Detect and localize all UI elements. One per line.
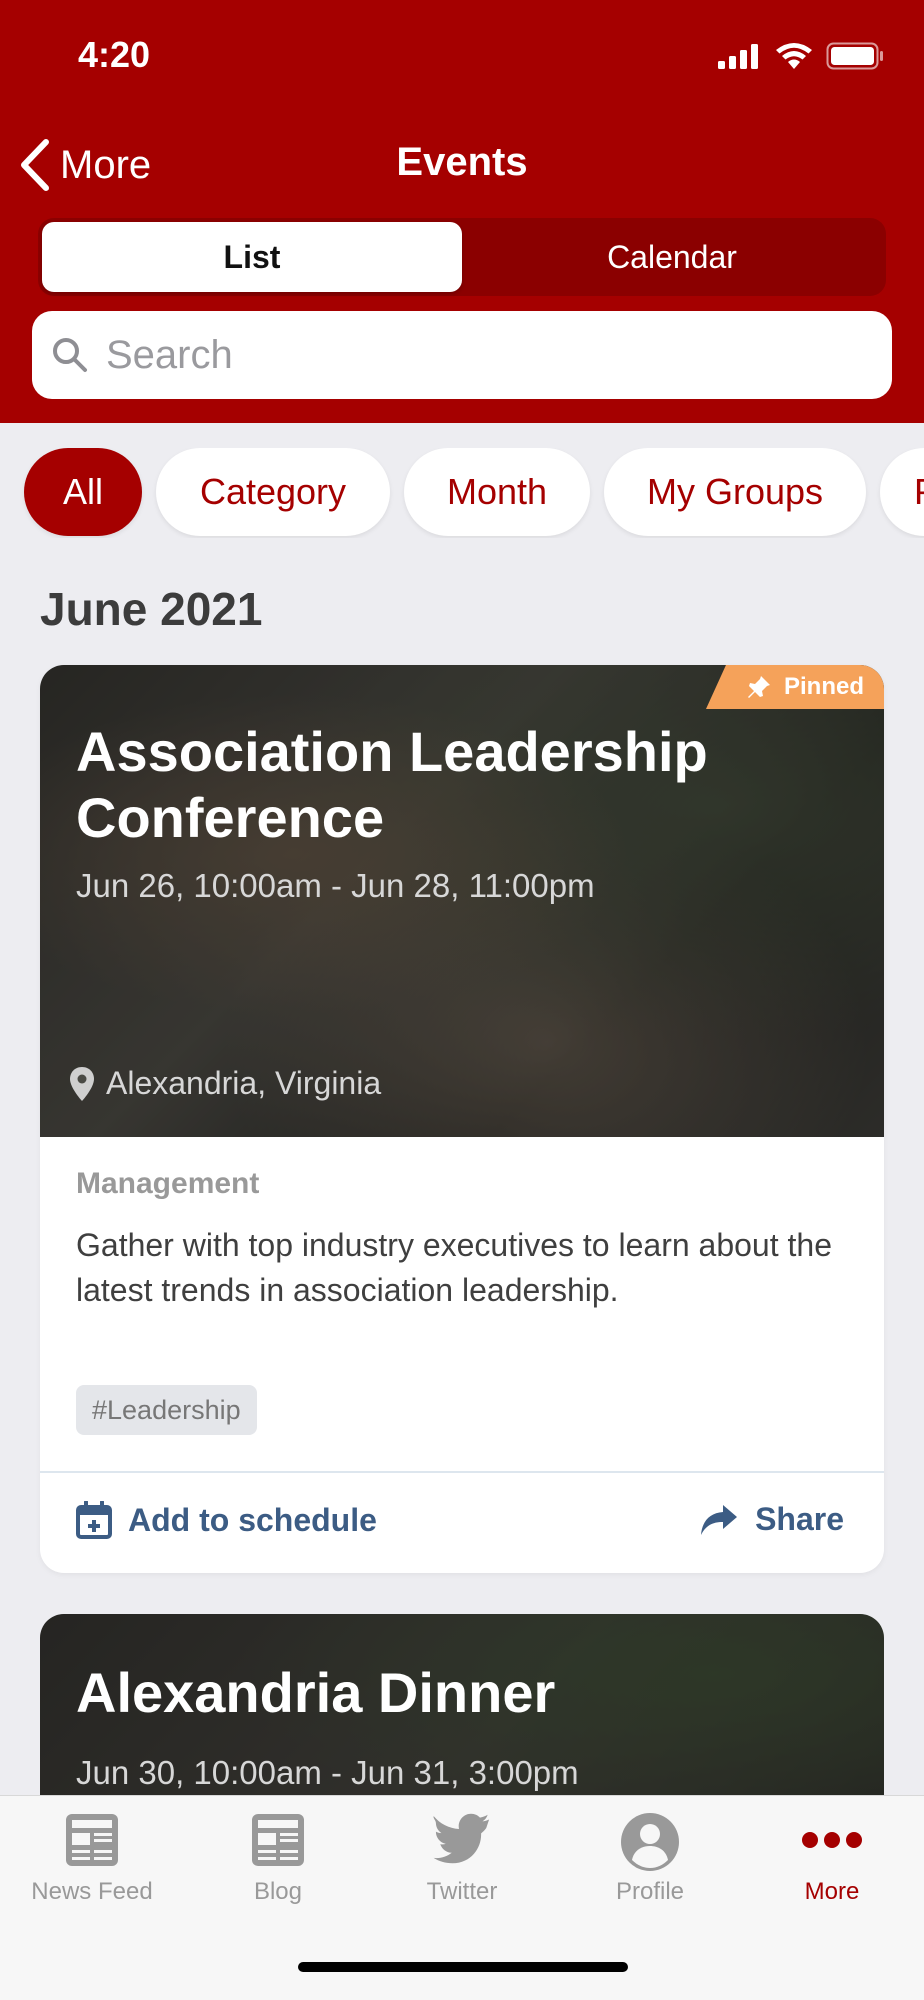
event-title: Association Leadership Conference	[76, 720, 708, 849]
newspaper-icon	[252, 1814, 304, 1866]
tab-label: More	[804, 1878, 860, 1905]
event-category: Management	[76, 1167, 260, 1200]
status-icons	[718, 42, 884, 70]
event-location: Alexandria, Virginia	[68, 1065, 381, 1102]
pinned-badge: Pinned	[705, 665, 884, 709]
event-description: Gather with top industry executives to l…	[76, 1227, 832, 1308]
add-to-schedule-label: Add to schedule	[128, 1501, 377, 1538]
tab-profile[interactable]: Profile	[558, 1812, 742, 1906]
home-indicator	[298, 1962, 628, 1972]
event-tag[interactable]: #Leadership	[76, 1385, 257, 1435]
card-divider	[40, 1471, 884, 1473]
tab-news-feed[interactable]: News Feed	[0, 1812, 184, 1906]
event-location-label: Alexandria, Virginia	[106, 1065, 382, 1101]
filter-chip-partial[interactable]: P	[880, 448, 924, 536]
event-title: Alexandria Dinner	[76, 1661, 556, 1724]
signal-icon	[718, 44, 758, 69]
pinned-label: Pinned	[783, 673, 864, 700]
page-title: Events	[396, 140, 528, 184]
filter-chip-my-groups[interactable]: My Groups	[604, 448, 866, 536]
filter-chips: All Category Month My Groups P	[0, 448, 924, 538]
view-segmented-control: List Calendar	[38, 218, 886, 296]
event-dates: Jun 26, 10:00am - Jun 28, 11:00pm	[76, 867, 595, 904]
event-dates: Jun 30, 10:00am - Jun 31, 3:00pm	[76, 1754, 579, 1791]
ellipsis-icon	[802, 1832, 862, 1848]
segment-list[interactable]: List	[42, 222, 462, 292]
search-input[interactable]	[106, 332, 866, 378]
event-card[interactable]: Pinned Association Leadership Conference…	[40, 665, 884, 1573]
filter-chip-month[interactable]: Month	[404, 448, 590, 536]
search-bar	[32, 311, 892, 399]
segment-calendar[interactable]: Calendar	[462, 222, 882, 292]
location-pin-icon	[70, 1066, 94, 1101]
user-avatar-icon	[621, 1813, 679, 1871]
pin-icon	[747, 676, 770, 698]
twitter-bird-icon	[433, 1813, 490, 1864]
wifi-icon	[776, 43, 812, 69]
tab-label: News Feed	[31, 1878, 153, 1905]
share-label: Share	[755, 1501, 844, 1537]
add-to-schedule-button[interactable]: Add to schedule	[76, 1501, 377, 1539]
tab-label: Twitter	[426, 1878, 498, 1905]
newspaper-icon	[66, 1814, 118, 1866]
share-button[interactable]: Share	[699, 1501, 844, 1538]
tab-more[interactable]: More	[740, 1812, 924, 1906]
battery-icon	[826, 42, 883, 70]
header: 4:20 More Events List Calendar	[0, 0, 924, 423]
search-icon	[53, 338, 87, 372]
filter-chip-all[interactable]: All	[24, 448, 142, 536]
status-time: 4:20	[78, 34, 151, 75]
filter-chip-category[interactable]: Category	[156, 448, 390, 536]
tab-label: Blog	[253, 1878, 303, 1905]
share-arrow-icon	[701, 1504, 738, 1535]
tab-blog[interactable]: Blog	[186, 1812, 370, 1906]
tab-label: Profile	[615, 1878, 685, 1905]
section-title: June 2021	[40, 583, 263, 635]
tab-twitter[interactable]: Twitter	[370, 1812, 554, 1906]
calendar-add-icon	[76, 1501, 112, 1539]
